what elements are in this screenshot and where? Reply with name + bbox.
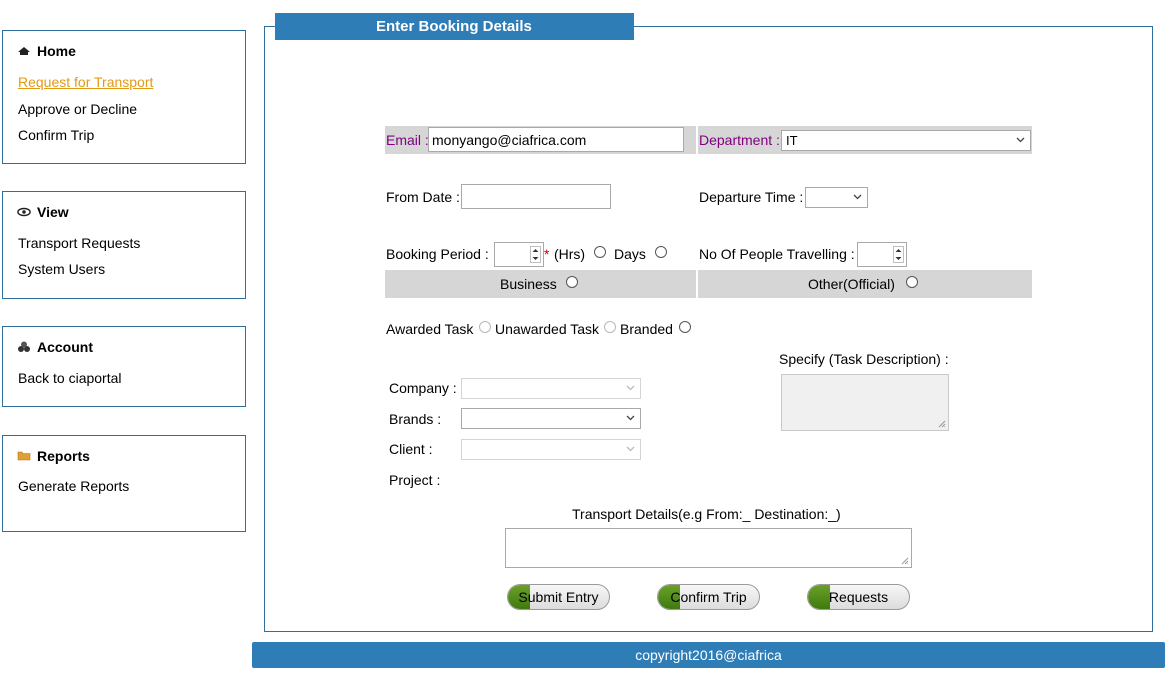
transport-details-label: Transport Details(e.g From:_ Destination…	[572, 506, 841, 522]
home-panel: Home Request for Transport Approve or De…	[2, 30, 246, 164]
booking-period-stepper[interactable]	[494, 242, 544, 267]
hrs-label: (Hrs)	[554, 246, 586, 262]
email-label: Email :	[386, 132, 429, 148]
required-star: *	[544, 246, 550, 262]
departure-time-select[interactable]	[805, 187, 868, 208]
specify-label: Specify (Task Description) :	[779, 351, 949, 367]
stepper-arrows[interactable]	[530, 246, 541, 263]
chevron-down-icon	[853, 194, 862, 200]
home-title-text: Home	[37, 43, 76, 59]
branded-radio[interactable]	[679, 321, 691, 333]
resize-grip-icon	[901, 557, 909, 565]
other-label: Other(Official)	[808, 276, 895, 292]
company-select[interactable]	[461, 378, 641, 399]
task-description-field[interactable]	[781, 374, 949, 431]
copyright-text: copyright2016@ciafrica	[635, 647, 782, 663]
updown-icon	[895, 249, 902, 260]
home-icon	[18, 47, 30, 55]
client-select[interactable]	[461, 439, 641, 460]
submit-entry-label: Submit Entry	[518, 589, 599, 605]
awarded-task-label: Awarded Task	[386, 321, 474, 337]
business-radio[interactable]	[566, 276, 578, 288]
sidebar-link-approve-decline[interactable]: Approve or Decline	[18, 101, 137, 117]
department-value: IT	[786, 133, 798, 148]
unawarded-task-radio[interactable]	[604, 321, 616, 333]
account-title-text: Account	[37, 339, 93, 355]
branded-label: Branded	[620, 321, 673, 337]
submit-entry-button[interactable]: Submit Entry	[507, 584, 610, 610]
sidebar-link-generate-reports[interactable]: Generate Reports	[18, 478, 129, 494]
chevron-down-icon	[626, 446, 635, 452]
sidebar-link-system-users[interactable]: System Users	[18, 261, 105, 277]
hrs-radio[interactable]	[594, 246, 606, 258]
email-field[interactable]	[428, 127, 684, 152]
reports-panel: Reports Generate Reports	[2, 435, 246, 532]
reports-title-text: Reports	[37, 448, 90, 464]
department-select[interactable]: IT	[781, 130, 1031, 151]
client-label: Client :	[389, 441, 433, 457]
booking-period-label: Booking Period :	[386, 246, 489, 262]
unawarded-task-label: Unawarded Task	[495, 321, 600, 337]
from-date-label: From Date :	[386, 189, 460, 205]
company-label: Company :	[389, 380, 457, 396]
button-knob	[808, 585, 830, 609]
people-label: No Of People Travelling :	[699, 246, 855, 262]
home-panel-title: Home	[17, 43, 76, 59]
sidebar-link-transport-requests[interactable]: Transport Requests	[18, 235, 140, 251]
account-panel-title: Account	[17, 339, 93, 355]
transport-details-field[interactable]	[505, 528, 912, 568]
departure-time-label: Departure Time :	[699, 189, 804, 205]
view-panel: View Transport Requests System Users	[2, 191, 246, 299]
view-title-text: View	[37, 204, 69, 220]
awarded-task-radio[interactable]	[479, 321, 491, 333]
days-radio[interactable]	[655, 246, 667, 258]
requests-button[interactable]: Requests	[807, 584, 910, 610]
folder-icon	[17, 451, 31, 461]
resize-grip-icon	[938, 420, 946, 428]
confirm-trip-button[interactable]: Confirm Trip	[657, 584, 760, 610]
brands-select[interactable]	[461, 408, 641, 429]
people-stepper[interactable]	[857, 242, 907, 267]
stepper-arrows[interactable]	[893, 246, 904, 263]
view-panel-title: View	[17, 204, 69, 220]
days-label: Days	[614, 246, 646, 262]
sidebar-link-request-transport[interactable]: Request for Transport	[18, 74, 153, 90]
chevron-down-icon	[626, 385, 635, 391]
department-label: Department :	[699, 132, 780, 148]
chevron-down-icon	[626, 415, 635, 421]
updown-icon	[532, 249, 539, 260]
account-panel: Account Back to ciaportal	[2, 326, 246, 407]
booking-form-title: Enter Booking Details	[275, 13, 634, 40]
business-label: Business	[500, 276, 557, 292]
reports-panel-title: Reports	[17, 448, 90, 464]
chevron-down-icon	[1016, 137, 1025, 143]
confirm-trip-label: Confirm Trip	[670, 589, 747, 605]
footer-bar: copyright2016@ciafrica	[252, 642, 1165, 668]
project-label: Project :	[389, 472, 441, 488]
from-date-field[interactable]	[461, 184, 611, 209]
sidebar-link-back-ciaportal[interactable]: Back to ciaportal	[18, 370, 122, 386]
eye-icon	[17, 207, 31, 217]
sidebar-link-confirm-trip[interactable]: Confirm Trip	[18, 127, 94, 143]
requests-label: Requests	[828, 589, 889, 605]
other-radio[interactable]	[906, 276, 918, 288]
users-icon	[18, 341, 30, 352]
brands-label: Brands :	[389, 411, 442, 427]
